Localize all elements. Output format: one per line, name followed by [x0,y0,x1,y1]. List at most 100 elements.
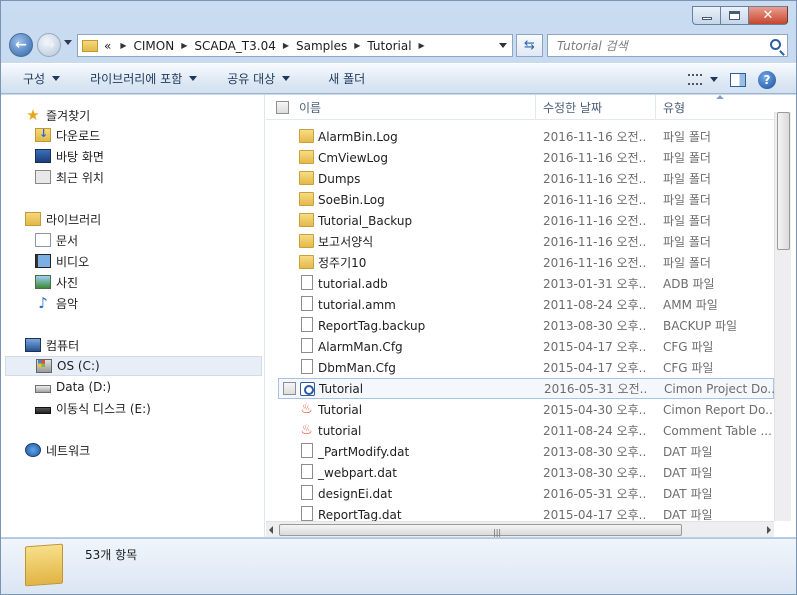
nav-removable-disk[interactable]: 이동식 디스크 (E:) [35,398,255,418]
select-all-checkbox[interactable] [276,101,289,114]
search-box[interactable] [547,34,788,57]
column-modified[interactable]: 수정한 날짜 [536,95,656,120]
navigation-bar: ← → « ▶ CIMON ▶ SCADA_T3.04 ▶ Samples ▶ … [1,31,797,61]
file-row[interactable]: tutorial.adb 2013-01-31 오후... ADB 파일 [278,273,774,294]
horizontal-scroll-thumb[interactable]: ||| [279,524,682,537]
scroll-left-icon[interactable] [269,526,273,534]
documents-icon [35,233,51,247]
close-button[interactable]: ✕ [748,6,788,25]
help-icon[interactable]: ? [758,70,776,89]
file-row[interactable]: AlarmMan.Cfg 2015-04-17 오후... CFG 파일 [278,336,774,357]
vertical-scroll-thumb[interactable] [777,112,790,250]
column-name[interactable]: 이름 [266,95,536,120]
nav-network[interactable]: 네트워크 [25,440,255,460]
file-row[interactable]: CmViewLog 2016-11-16 오전... 파일 폴더 [278,147,774,168]
breadcrumb-scada[interactable]: SCADA_T3.04 [194,39,276,53]
file-name: 정주기10 [318,256,367,270]
file-row[interactable]: Tutorial_Backup 2016-11-16 오전... 파일 폴더 [278,210,774,231]
scroll-right-icon[interactable] [767,526,771,534]
file-modified: 2016-11-16 오전... [543,151,647,165]
minimize-button[interactable] [692,6,720,25]
new-folder-button[interactable]: 새 폴더 [320,67,373,91]
column-name-label: 이름 [299,101,322,115]
column-type[interactable]: 유형 [656,95,774,120]
vertical-scrollbar[interactable] [774,112,791,521]
back-button[interactable]: ← [9,33,33,57]
refresh-icon: ⇆ [524,38,535,53]
breadcrumb-separator-icon[interactable]: ▶ [354,41,360,50]
nav-videos[interactable]: 비디오 [35,251,255,271]
preview-pane-icon[interactable] [730,72,746,87]
search-icon[interactable] [770,39,781,50]
file-modified: 2016-05-31 오후... [543,487,647,501]
recent-pages-dropdown[interactable] [64,40,72,45]
nav-desktop[interactable]: 바탕 화면 [35,146,255,166]
file-name: designEi.dat [318,486,393,501]
file-row[interactable]: ReportTag.backup 2013-08-30 오후... BACKUP 파… [278,315,774,336]
share-label: 공유 대상 [227,72,276,86]
file-type: Cimon Report Do... [663,402,773,417]
file-modified: 2013-01-31 오후... [543,277,647,291]
file-icon [301,359,313,374]
star-icon: ★ [26,106,40,124]
breadcrumb-separator-icon[interactable]: ▶ [283,41,289,50]
breadcrumb-separator-icon[interactable]: ▶ [419,41,425,50]
new-folder-label: 새 폴더 [328,72,366,86]
folder-icon [299,150,314,164]
breadcrumb-tutorial[interactable]: Tutorial [367,39,411,53]
refresh-button[interactable]: ⇆ [516,34,543,57]
file-row[interactable]: designEi.dat 2016-05-31 오후... DAT 파일 [278,483,774,504]
file-modified: 2013-08-30 오후... [543,445,647,459]
file-row[interactable]: _webpart.dat 2013-08-30 오후... DAT 파일 [278,462,774,483]
share-with-button[interactable]: 공유 대상 [219,67,298,91]
file-row[interactable]: SoeBin.Log 2016-11-16 오전... 파일 폴더 [278,189,774,210]
address-dropdown-icon[interactable] [499,43,507,48]
nav-data-drive[interactable]: Data (D:) [35,377,255,397]
nav-documents[interactable]: 문서 [35,230,255,250]
include-in-library-button[interactable]: 라이브러리에 포함 [82,67,205,91]
nav-documents-label: 문서 [56,233,79,248]
file-type: 파일 폴더 [663,130,711,144]
file-row[interactable]: Tutorial 2016-05-31 오전... Cimon Project Do… [278,378,774,399]
nav-music[interactable]: ♪ 음악 [35,293,255,313]
file-row[interactable]: Dumps 2016-11-16 오전... 파일 폴더 [278,168,774,189]
desktop-icon [35,149,51,163]
breadcrumb-samples[interactable]: Samples [296,39,347,53]
file-row[interactable]: _PartModify.dat 2013-08-30 오후... DAT 파일 [278,441,774,462]
nav-recent-places[interactable]: 최근 위치 [35,167,255,187]
organize-button[interactable]: 구성 [15,67,68,91]
maximize-button[interactable] [720,6,748,25]
forward-button[interactable]: → [37,33,61,57]
nav-downloads[interactable]: 다운로드 [35,125,255,145]
nav-pictures[interactable]: 사진 [35,272,255,292]
view-dropdown[interactable] [708,68,718,92]
nav-computer[interactable]: 컴퓨터 [25,335,255,355]
file-row[interactable]: 정주기10 2016-11-16 오전... 파일 폴더 [278,252,774,273]
file-row[interactable]: ♨ Tutorial 2015-04-30 오후... Cimon Report Do… [278,399,774,420]
view-options-icon[interactable] [688,74,702,85]
file-row[interactable]: ♨ tutorial 2011-08-24 오후... Comment Table .… [278,420,774,441]
file-type: 파일 폴더 [663,172,711,186]
file-row[interactable]: DbmMan.Cfg 2015-04-17 오후... CFG 파일 [278,357,774,378]
breadcrumb-separator-icon[interactable]: ▶ [181,41,187,50]
horizontal-scrollbar[interactable]: ||| [266,521,774,537]
nav-downloads-label: 다운로드 [56,128,101,143]
file-row[interactable]: 보고서양식 2016-11-16 오전... 파일 폴더 [278,231,774,252]
file-type: Cimon Project Do... [664,381,774,396]
hard-drive-icon [35,385,51,393]
nav-libraries-label: 라이브러리 [46,212,102,227]
file-name: AlarmBin.Log [318,129,398,144]
breadcrumb-overflow[interactable]: « [104,39,111,53]
address-bar[interactable]: « ▶ CIMON ▶ SCADA_T3.04 ▶ Samples ▶ Tuto… [77,34,513,57]
file-icon [301,296,313,311]
breadcrumb-cimon[interactable]: CIMON [134,39,175,53]
file-type: DAT 파일 [663,445,713,459]
search-input[interactable] [557,38,757,53]
libraries-icon [25,212,41,226]
nav-favorites[interactable]: ★ 즐겨찾기 [25,105,255,125]
nav-libraries[interactable]: 라이브러리 [25,209,255,229]
nav-os-drive[interactable]: OS (C:) [5,356,262,376]
file-row[interactable]: tutorial.amm 2011-08-24 오후... AMM 파일 [278,294,774,315]
file-row[interactable]: AlarmBin.Log 2016-11-16 오전... 파일 폴더 [278,126,774,147]
row-checkbox[interactable] [283,382,296,395]
